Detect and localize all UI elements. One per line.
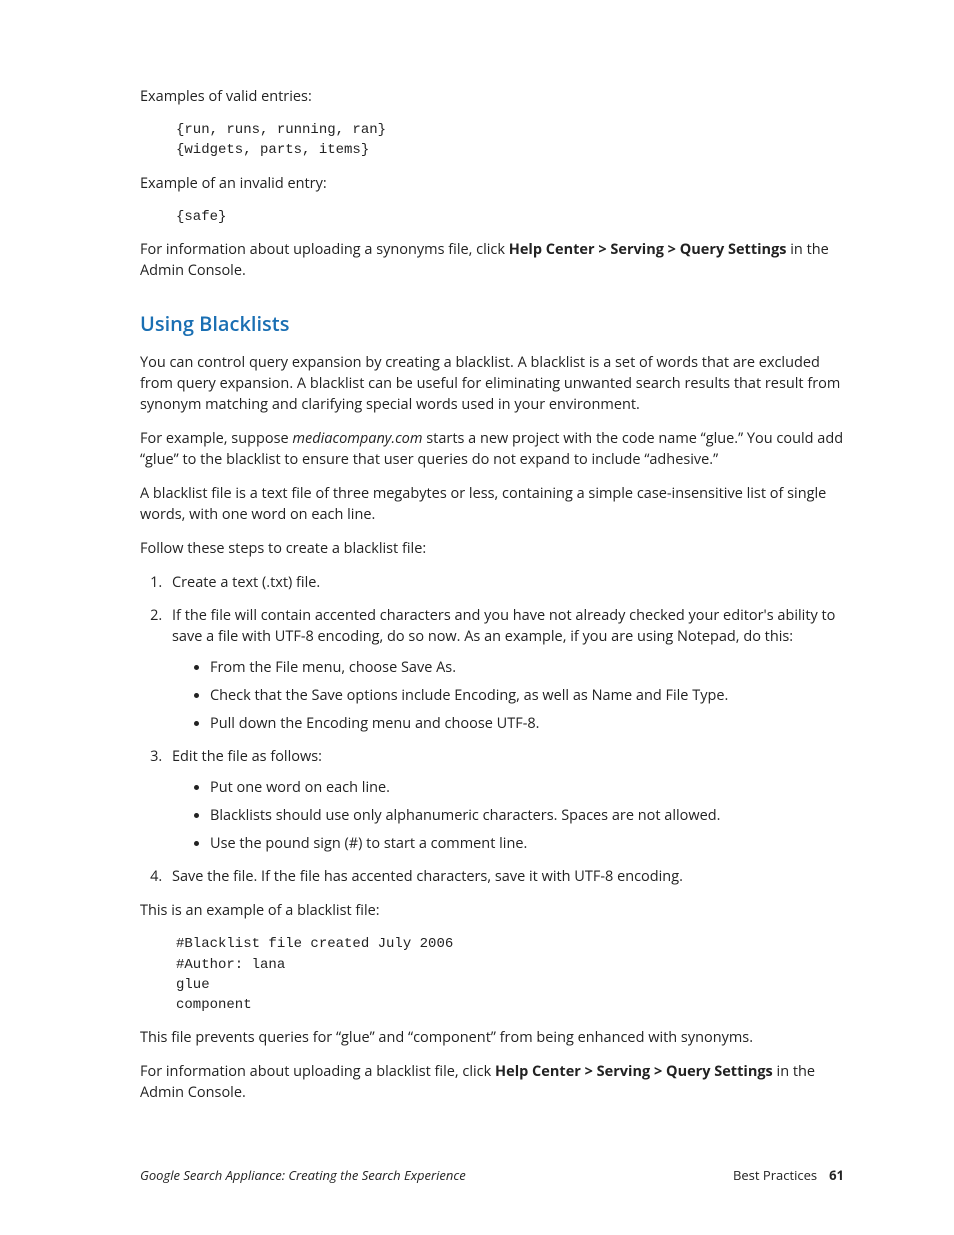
- step-2b: Check that the Save options include Enco…: [210, 685, 844, 706]
- step-2c: Pull down the Encoding menu and choose U…: [210, 713, 844, 734]
- example-file-intro: This is an example of a blacklist file:: [140, 900, 844, 921]
- steps-intro: Follow these steps to create a blacklist…: [140, 538, 844, 559]
- invalid-entry-intro: Example of an invalid entry:: [140, 173, 844, 194]
- step-3c: Use the pound sign (#) to start a commen…: [210, 833, 844, 854]
- steps-list: Create a text (.txt) file. If the file w…: [140, 572, 844, 887]
- valid-entries-intro: Examples of valid entries:: [140, 86, 844, 107]
- step-3-substeps: Put one word on each line. Blacklists sh…: [172, 777, 844, 854]
- page-footer: Google Search Appliance: Creating the Se…: [140, 1166, 844, 1185]
- step-2: If the file will contain accented charac…: [166, 605, 844, 734]
- step-2-substeps: From the File menu, choose Save As. Chec…: [172, 657, 844, 734]
- step-3a: Put one word on each line.: [210, 777, 844, 798]
- upload-synonyms-info: For information about uploading a synony…: [140, 239, 844, 281]
- blacklist-file-spec: A blacklist file is a text file of three…: [140, 483, 844, 525]
- blacklist-example-scenario: For example, suppose mediacompany.com st…: [140, 428, 844, 470]
- step-3: Edit the file as follows: Put one word o…: [166, 746, 844, 854]
- step-3b: Blacklists should use only alphanumeric …: [210, 805, 844, 826]
- help-path-blacklist: Help Center > Serving > Query Settings: [495, 1062, 773, 1081]
- example-domain: mediacompany.com: [292, 429, 422, 448]
- page-number: 61: [829, 1166, 844, 1184]
- footer-title: Google Search Appliance: Creating the Se…: [140, 1166, 466, 1185]
- upload-blacklist-info: For information about uploading a blackl…: [140, 1061, 844, 1103]
- example-blacklist-code: #Blacklist file created July 2006 #Autho…: [176, 934, 844, 1015]
- footer-section: Best Practices61: [733, 1166, 844, 1185]
- step-4: Save the file. If the file has accented …: [166, 866, 844, 887]
- blacklist-overview: You can control query expansion by creat…: [140, 352, 844, 415]
- step-2a: From the File menu, choose Save As.: [210, 657, 844, 678]
- step-1: Create a text (.txt) file.: [166, 572, 844, 593]
- document-page: Examples of valid entries: {run, runs, r…: [0, 0, 954, 1235]
- invalid-entry-code: {safe}: [176, 207, 844, 227]
- valid-entries-code: {run, runs, running, ran} {widgets, part…: [176, 120, 844, 161]
- example-explanation: This file prevents queries for “glue” an…: [140, 1027, 844, 1048]
- section-heading-blacklists: Using Blacklists: [140, 309, 844, 338]
- help-path-synonyms: Help Center > Serving > Query Settings: [509, 240, 787, 259]
